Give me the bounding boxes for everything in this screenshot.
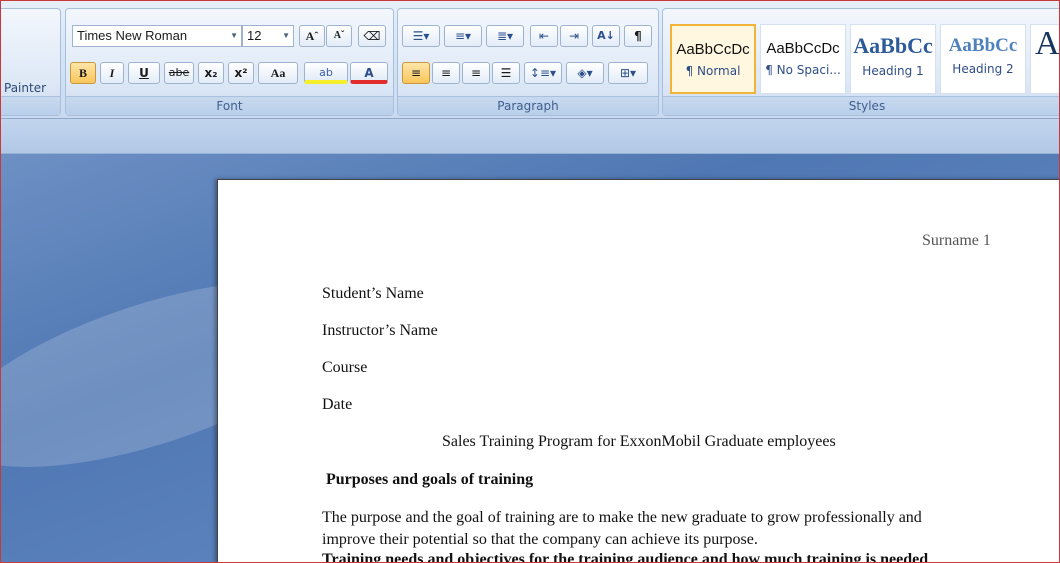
decrease-indent-icon: ⇤ (538, 29, 550, 43)
increase-indent-icon: ⇥ (568, 29, 580, 43)
shading-button[interactable]: ◈▾ (566, 62, 604, 84)
style-name: ¶ No Spaci... (765, 63, 841, 77)
student-name-line: Student’s Name (322, 285, 424, 302)
section-heading-training-needs: Training needs and objectives for the tr… (322, 551, 929, 563)
justify-button[interactable]: ☰ (492, 62, 520, 84)
superscript-button[interactable]: x² (228, 62, 254, 84)
style-heading-2[interactable]: AaBbCc Heading 2 (940, 24, 1026, 94)
style-heading-1[interactable]: AaBbCc Heading 1 (850, 24, 936, 94)
style-sample: AaBbCcDc (676, 41, 750, 58)
font-size-select[interactable]: 12 ▼ (242, 25, 294, 47)
paragraph-group-label: Paragraph (398, 96, 658, 115)
decrease-indent-button[interactable]: ⇤ (530, 25, 558, 47)
section-heading-purposes: Purposes and goals of training (326, 471, 534, 488)
style-title[interactable]: A (1030, 24, 1060, 94)
style-name: Heading 2 (952, 62, 1014, 76)
align-right-icon: ≡ (470, 66, 482, 80)
ruler-area (1, 119, 1059, 154)
align-center-icon: ≡ (440, 66, 452, 80)
clear-formatting-button[interactable]: ⌫ (358, 25, 386, 47)
align-center-button[interactable]: ≡ (432, 62, 460, 84)
bullets-icon: ☰▾ (412, 29, 430, 43)
align-right-button[interactable]: ≡ (462, 62, 490, 84)
bullets-button[interactable]: ☰▾ (402, 25, 440, 47)
underline-button[interactable]: U (128, 62, 160, 84)
numbering-button[interactable]: ≡▾ (444, 25, 482, 47)
paragraph-group: ☰▾ ≡▾ ≣▾ ⇤ ⇥ A↓ ¶ ≡ ≡ ≡ ☰ ↕≡▾ ◈▾ ⊞▾ ↘ Pa… (397, 8, 659, 116)
borders-icon: ⊞▾ (619, 66, 637, 80)
clear-formatting-icon: ⌫ (363, 29, 381, 43)
clipboard-group-label (1, 96, 60, 115)
chevron-down-icon: ▼ (282, 31, 290, 40)
multilevel-list-icon: ≣▾ (496, 29, 514, 43)
subscript-button[interactable]: x₂ (198, 62, 224, 84)
highlight-button[interactable]: ab (304, 62, 348, 84)
font-family-select[interactable]: Times New Roman ▼ (72, 25, 242, 47)
grow-font-button[interactable]: Aˆ (299, 25, 325, 47)
show-hide-marks-button[interactable]: ¶ (624, 25, 652, 47)
strikethrough-button[interactable]: abe (164, 62, 194, 84)
document-page[interactable]: Surname 1 Student’s Name Instructor’s Na… (217, 179, 1059, 563)
font-group-label: Font (66, 96, 393, 115)
shrink-font-button[interactable]: Aˇ (326, 25, 352, 47)
font-family-value: Times New Roman (77, 28, 188, 43)
multilevel-list-button[interactable]: ≣▾ (486, 25, 524, 47)
style-name: ¶ Normal (685, 64, 741, 78)
italic-button[interactable]: I (100, 62, 124, 84)
change-case-button[interactable]: Aa (258, 62, 298, 84)
styles-group: AaBbCcDc ¶ Normal AaBbCcDc ¶ No Spaci...… (662, 8, 1060, 116)
sort-button[interactable]: A↓ (592, 25, 620, 47)
ribbon: Painter ↘ Times New Roman ▼ 12 ▼ Aˆ Aˇ ⌫… (1, 1, 1060, 119)
increase-indent-button[interactable]: ⇥ (560, 25, 588, 47)
style-no-spacing[interactable]: AaBbCcDc ¶ No Spaci... (760, 24, 846, 94)
paragraph-line: The purpose and the goal of training are… (322, 509, 922, 526)
word-window: Painter ↘ Times New Roman ▼ 12 ▼ Aˆ Aˇ ⌫… (0, 0, 1060, 563)
line-spacing-icon: ↕≡▾ (529, 66, 557, 80)
style-sample: AaBbCcDc (766, 40, 840, 57)
style-normal[interactable]: AaBbCcDc ¶ Normal (670, 24, 756, 94)
style-name: Heading 1 (862, 64, 924, 78)
document-title: Sales Training Program for ExxonMobil Gr… (442, 433, 836, 450)
style-sample: A (1035, 25, 1060, 62)
date-line: Date (322, 396, 353, 413)
instructor-name-line: Instructor’s Name (322, 322, 438, 339)
align-left-icon: ≡ (410, 66, 422, 80)
paragraph-line: improve their potential so that the comp… (322, 531, 758, 548)
line-spacing-button[interactable]: ↕≡▾ (524, 62, 562, 84)
justify-icon: ☰ (500, 66, 512, 80)
align-left-button[interactable]: ≡ (402, 62, 430, 84)
font-group: Times New Roman ▼ 12 ▼ Aˆ Aˇ ⌫ B I U abe… (65, 8, 394, 116)
format-painter-button[interactable]: Painter (4, 81, 46, 95)
chevron-down-icon: ▼ (230, 31, 238, 40)
style-sample: AaBbCc (853, 33, 933, 58)
style-sample: AaBbCc (948, 35, 1018, 56)
styles-group-label: Styles (663, 96, 1059, 115)
course-line: Course (322, 359, 368, 376)
clipboard-group: Painter ↘ (1, 8, 61, 116)
bold-button[interactable]: B (70, 62, 96, 84)
font-size-value: 12 (247, 28, 262, 43)
paint-bucket-icon: ◈▾ (577, 66, 593, 80)
borders-button[interactable]: ⊞▾ (608, 62, 648, 84)
page-header: Surname 1 (922, 232, 991, 249)
numbering-icon: ≡▾ (454, 29, 472, 43)
font-color-button[interactable]: A (350, 62, 388, 84)
